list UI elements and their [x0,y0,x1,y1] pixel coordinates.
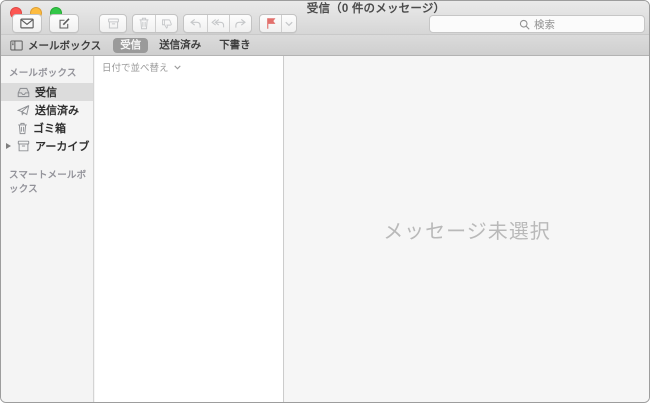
mail-window: 受信（0 件のメッセージ） [0,0,650,403]
sidebar-item-sent[interactable]: 送信済み [1,101,93,119]
sidebar-toggle-icon [10,40,23,51]
thumbs-down-icon [161,18,173,30]
tab-inbox[interactable]: 受信 [113,38,148,53]
sidebar-item-label: アーカイブ [35,138,89,154]
sidebar-item-label: 受信 [35,84,57,100]
delete-button[interactable] [133,15,155,32]
archive-icon [107,17,120,30]
inbox-icon [17,87,30,98]
disclosure-triangle-icon[interactable] [6,143,11,149]
archive-icon [17,140,30,152]
title-bar: 受信（0 件のメッセージ） [1,1,649,34]
sidebar-section-smart-mailboxes: スマートメールボックス [1,162,93,199]
sidebar-item-label: ゴミ箱 [33,120,66,136]
flag-group [259,14,297,33]
favorites-bar: メールボックス 受信 送信済み 下書き [1,34,649,56]
reply-all-button[interactable] [207,15,230,32]
mailbox-sidebar: メールボックス 受信 送信済み [1,56,94,402]
chevron-down-icon [174,65,181,70]
forward-icon [234,18,247,29]
trash-icon [17,122,28,135]
flag-menu-button[interactable] [281,15,296,32]
archive-button[interactable] [99,14,127,33]
sort-by-date-control[interactable]: 日付で並べ替え [95,56,283,78]
reply-all-icon [211,18,225,29]
favorites-tabs: 受信 送信済み 下書き [113,38,258,53]
mailbox-list-toggle[interactable]: メールボックス [10,38,101,53]
tab-drafts[interactable]: 下書き [212,38,258,53]
forward-button[interactable] [229,15,251,32]
sidebar-section-mailboxes: メールボックス [1,60,93,83]
sidebar-item-label: 送信済み [35,102,79,118]
sidebar-item-trash[interactable]: ゴミ箱 [1,119,93,137]
compose-button[interactable] [49,14,79,33]
flag-button[interactable] [260,15,281,32]
paper-plane-icon [17,104,30,116]
reply-button[interactable] [184,15,207,32]
sidebar-item-archive[interactable]: アーカイブ [1,137,93,155]
junk-button[interactable] [155,15,177,32]
flag-icon [265,17,277,30]
chevron-down-icon [285,21,293,27]
no-message-selected-text: メッセージ未選択 [383,215,551,244]
trash-junk-group [132,14,178,33]
envelope-icon [20,18,34,29]
tab-sent[interactable]: 送信済み [152,38,208,53]
trash-icon [138,17,150,30]
reply-icon [189,18,202,29]
content-area: メールボックス 受信 送信済み [1,56,649,402]
message-preview-pane: メッセージ未選択 [285,56,649,402]
search-input[interactable]: 検索 [429,15,645,33]
sort-label: 日付で並べ替え [102,60,169,74]
compose-icon [58,17,71,30]
mailbox-toggle-label: メールボックス [28,38,101,53]
sidebar-item-inbox[interactable]: 受信 [1,83,93,101]
search-icon [519,19,530,30]
get-mail-button[interactable] [12,14,42,33]
search-placeholder: 検索 [534,17,555,32]
reply-group [183,14,252,33]
message-list: 日付で並べ替え [95,56,284,402]
